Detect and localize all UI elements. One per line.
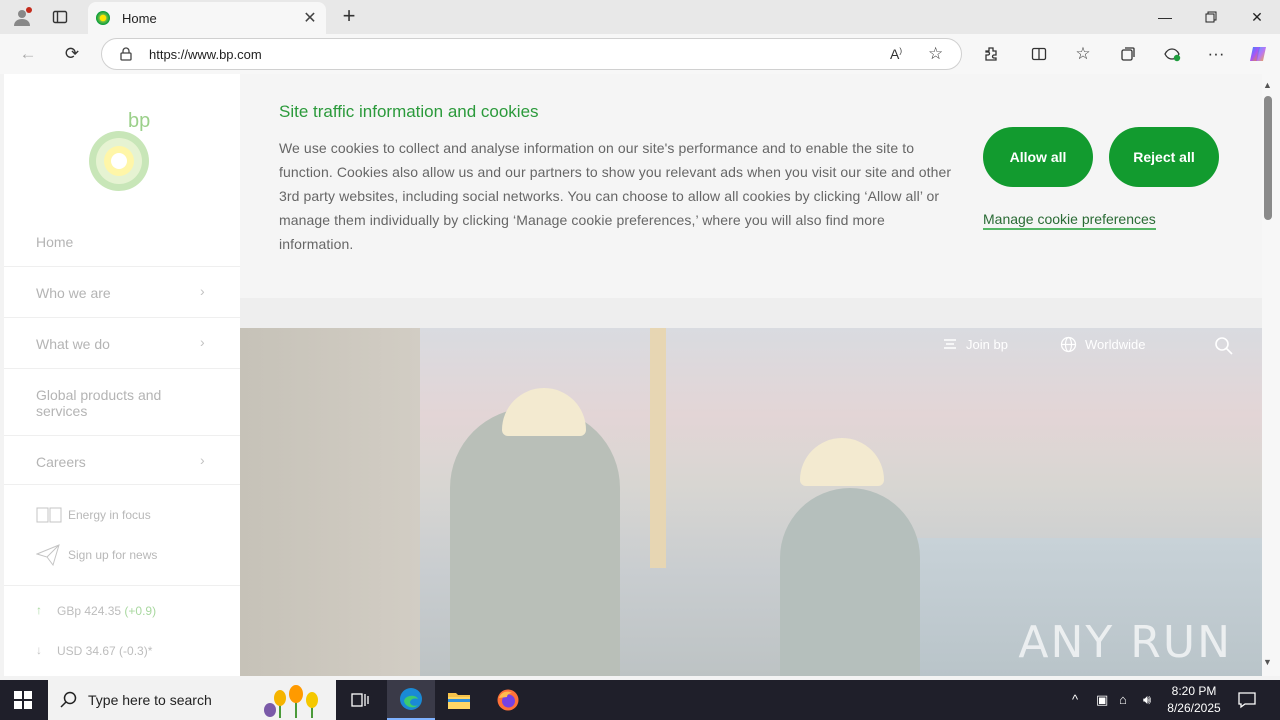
energy-in-focus-link[interactable]: Energy in focus [68,508,151,522]
extensions-icon[interactable] [978,42,1004,66]
clock-date: 8/26/2025 [1167,701,1221,715]
show-hidden-icons-chevron-icon[interactable]: ^ [1072,692,1078,707]
sign-up-for-news-link[interactable]: Sign up for news [68,548,157,562]
globe-icon [1060,336,1077,353]
tab-actions-icon[interactable] [48,6,72,28]
minimize-button[interactable]: — [1150,6,1180,28]
manage-cookie-preferences-link[interactable]: Manage cookie preferences [983,211,1156,230]
stock-change-value: (+0.9) [124,604,157,618]
refresh-icon[interactable]: ⟳ [59,42,85,66]
sidebar-item-who-we-are[interactable]: Who we are [36,285,216,301]
edge-browser-icon[interactable] [387,680,435,720]
read-aloud-icon[interactable]: A) [890,46,902,62]
address-bar[interactable]: https://www.bp.com A) ☆ [101,38,962,70]
hero-image: Join bp Worldwide ANY RUN [240,328,1262,676]
cookie-banner-bottom [240,298,1262,328]
cookie-description: We use cookies to collect and analyse in… [279,140,952,252]
join-bp-label: Join bp [966,336,1008,352]
search-icon[interactable] [1214,336,1234,356]
anyrun-watermark: ANY RUN [1018,617,1232,668]
firefox-icon[interactable] [484,680,532,720]
browser-essentials-icon[interactable] [1159,42,1185,66]
join-bp-link[interactable]: Join bp [942,336,1008,352]
scroll-up-arrow-icon[interactable]: ▲ [1263,80,1272,90]
worldwide-label: Worldwide [1085,337,1146,352]
paper-plane-icon [36,544,60,566]
collections-icon[interactable] [1115,42,1141,66]
arrow-up-icon: ↑ [36,603,42,617]
book-icon [36,507,62,523]
navigation-bar: ← ⟳ https://www.bp.com A) ☆ ☆ ··· [0,34,1280,74]
url-text[interactable]: https://www.bp.com [149,47,262,62]
divider [4,585,240,586]
arrow-down-icon: ↓ [36,643,42,657]
bp-helios-logo-icon[interactable] [88,130,150,192]
worldwide-link[interactable]: Worldwide [1060,336,1145,353]
copilot-icon[interactable] [1245,42,1271,66]
join-icon [944,339,956,349]
search-icon [60,691,77,708]
profile-icon[interactable] [10,6,34,28]
divider [4,368,240,369]
file-explorer-icon[interactable] [435,680,483,720]
close-window-button[interactable]: ✕ [1242,6,1272,28]
pipe-column [650,328,666,568]
stock-price-value: USD 34.67 [57,644,116,658]
more-menu-icon[interactable]: ··· [1203,42,1229,66]
divider [4,317,240,318]
network-icon[interactable]: ⌂ [1119,692,1127,707]
sidebar-item-what-we-do[interactable]: What we do [36,336,216,352]
web-page: bp Home Who we are › What we do › Global… [4,74,1262,676]
title-bar: Home ✕ + — ✕ [0,0,1280,34]
worker-right [780,488,920,676]
hard-hat [800,438,884,486]
close-icon[interactable]: ✕ [300,8,320,28]
stock-price-usd: USD 34.67 (-0.3)* [57,644,152,658]
tab-title: Home [122,10,157,26]
scrollbar-thumb[interactable] [1264,96,1272,220]
scroll-down-arrow-icon[interactable]: ▼ [1263,657,1272,667]
restore-button[interactable] [1196,6,1226,28]
notification-icon[interactable] [1238,691,1256,709]
meet-now-icon[interactable]: ▣ [1096,692,1108,708]
favorites-icon[interactable]: ☆ [1070,42,1096,66]
back-arrow-icon[interactable]: ← [15,42,41,66]
allow-all-button[interactable]: Allow all [983,127,1093,187]
volume-icon[interactable]: 🔊︎ [1143,692,1151,708]
system-clock[interactable]: 8:20 PM 8/26/2025 [1166,683,1222,717]
lock-icon [120,47,132,61]
refinery-structure [240,328,420,676]
chevron-right-icon[interactable]: › [200,452,205,468]
search-placeholder: Type here to search [88,692,212,708]
cookie-title: Site traffic information and cookies [279,102,539,121]
chevron-right-icon[interactable]: › [200,334,205,350]
tulips-decoration-icon [264,685,318,718]
clock-time: 8:20 PM [1171,684,1217,698]
sidebar: bp Home Who we are › What we do › Global… [4,74,240,676]
taskbar-search-box[interactable]: Type here to search [48,680,336,720]
sidebar-item-home[interactable]: Home [36,234,216,250]
divider [4,484,240,485]
worker-left [450,408,620,676]
divider [4,266,240,267]
windows-start-icon[interactable] [14,691,32,709]
cookie-banner: Site traffic information and cookies We … [240,74,1262,298]
reject-all-button[interactable]: Reject all [1109,127,1219,187]
bp-favicon-icon [96,11,110,25]
tab-home[interactable]: Home ✕ [88,2,326,34]
task-view-icon[interactable] [336,680,384,720]
taskbar: Type here to search ^ ▣ ⌂ 🔊︎ 8:20 PM 8/2… [0,680,1280,720]
hard-hat [502,388,586,436]
divider [4,435,240,436]
sidebar-item-careers[interactable]: Careers [36,454,216,470]
stock-price-gbp: GBp 424.35 (+0.9) [57,604,156,618]
split-screen-icon[interactable] [1026,42,1052,66]
chevron-right-icon[interactable]: › [200,283,205,299]
new-tab-button[interactable]: + [338,5,360,28]
favorite-star-icon[interactable]: ☆ [928,44,943,64]
stock-change-value: (-0.3)* [119,644,153,658]
sidebar-item-global-products[interactable]: Global products and services [36,387,216,419]
stock-price-value: GBp 424.35 [57,604,122,618]
